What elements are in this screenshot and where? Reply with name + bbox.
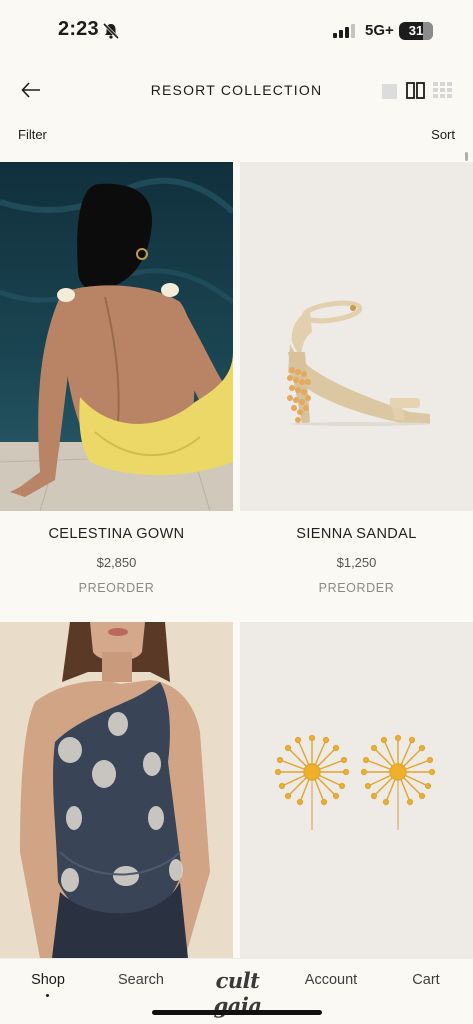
product-image[interactable]: [0, 162, 233, 511]
product-price: $2,850: [96, 555, 137, 570]
signal-icon: [333, 24, 355, 38]
product-image[interactable]: [240, 622, 473, 958]
status-time: 2:23: [58, 18, 99, 40]
product-card[interactable]: [240, 622, 473, 958]
network-label: 5G+: [365, 22, 394, 39]
product-price: $1,250: [336, 555, 377, 570]
home-indicator: [152, 1010, 322, 1015]
page-title: RESORT COLLECTION: [150, 82, 323, 98]
tab-cart[interactable]: Cart: [386, 972, 466, 988]
scroll-indicator: [465, 152, 468, 161]
status-bar: 2:23 5G+ 31: [0, 0, 473, 62]
view-single-icon[interactable]: [382, 84, 397, 99]
tab-account[interactable]: Account: [291, 972, 371, 988]
bell-slash-icon: [102, 22, 120, 40]
battery-icon: 31: [399, 22, 433, 40]
product-card[interactable]: CELESTINA GOWN $2,850 PREORDER: [0, 162, 233, 622]
product-card[interactable]: SIENNA SANDAL $1,250 PREORDER: [240, 162, 473, 622]
product-name[interactable]: SIENNA SANDAL: [240, 526, 473, 542]
product-image[interactable]: [240, 162, 473, 511]
view-double-icon[interactable]: [406, 82, 425, 99]
battery-level: 31: [408, 23, 424, 38]
tab-shop[interactable]: Shop: [8, 972, 88, 988]
sort-button[interactable]: Sort: [431, 127, 455, 142]
header: RESORT COLLECTION: [0, 70, 473, 110]
product-status: PREORDER: [78, 581, 155, 595]
product-name[interactable]: CELESTINA GOWN: [0, 526, 233, 542]
product-image[interactable]: [0, 622, 233, 958]
active-tab-indicator: [46, 994, 49, 997]
product-status: PREORDER: [318, 581, 395, 595]
product-card[interactable]: [0, 622, 233, 958]
filter-button[interactable]: Filter: [18, 127, 47, 142]
view-grid-icon[interactable]: [433, 82, 452, 99]
tab-search[interactable]: Search: [101, 972, 181, 988]
